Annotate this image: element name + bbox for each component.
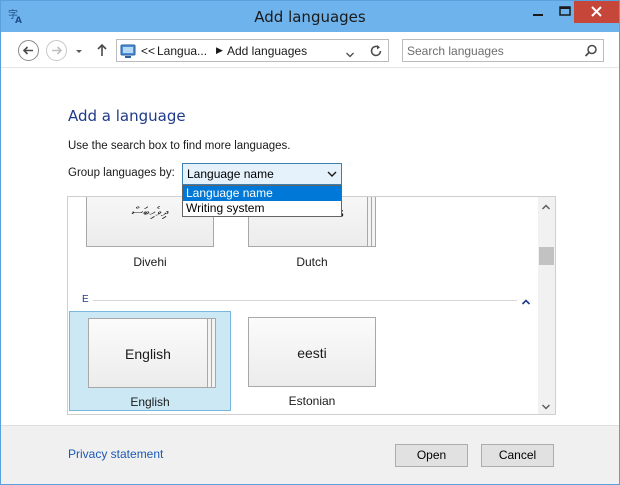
cancel-button[interactable]: Cancel bbox=[481, 444, 554, 467]
arrow-right-icon bbox=[52, 46, 63, 55]
back-button[interactable] bbox=[18, 40, 39, 61]
refresh-button[interactable] bbox=[368, 43, 384, 59]
breadcrumb-overflow[interactable]: << bbox=[141, 44, 155, 58]
chevron-down-icon bbox=[327, 171, 337, 177]
group-by-label: Group languages by: bbox=[68, 167, 175, 179]
vertical-scrollbar[interactable] bbox=[538, 197, 555, 414]
up-button[interactable] bbox=[95, 42, 109, 58]
address-dropdown-button[interactable] bbox=[345, 48, 355, 58]
tile-label: Divehi bbox=[133, 255, 167, 269]
refresh-icon bbox=[370, 45, 382, 57]
arrow-left-icon bbox=[22, 46, 33, 55]
privacy-statement-link[interactable]: Privacy statement bbox=[68, 447, 163, 461]
recent-locations-dropdown[interactable] bbox=[73, 45, 85, 55]
page-heading: Add a language bbox=[68, 107, 186, 125]
section-header-e: E bbox=[82, 294, 89, 305]
chevron-up-icon bbox=[521, 299, 531, 305]
dialog-footer: Privacy statement Open Cancel bbox=[1, 425, 619, 484]
tile-label: Estonian bbox=[288, 394, 336, 408]
search-hint-text: Use the search box to find more language… bbox=[68, 140, 291, 152]
language-grid[interactable]: ދިވެހިބަސް Divehi Nederlands Dutch E Eng… bbox=[67, 196, 556, 415]
search-box[interactable] bbox=[402, 39, 604, 62]
search-input[interactable] bbox=[407, 43, 577, 59]
add-languages-window: 字 A Add languages << Langua... ▶ Add lan… bbox=[0, 0, 620, 485]
navigation-bar: << Langua... ▶ Add languages bbox=[1, 32, 619, 68]
collapse-section-button[interactable] bbox=[521, 295, 531, 305]
address-bar[interactable]: << Langua... ▶ Add languages bbox=[116, 39, 389, 62]
forward-button[interactable] bbox=[46, 40, 67, 61]
option-writing-system[interactable]: Writing system bbox=[183, 201, 341, 216]
tile-card: English bbox=[88, 318, 208, 388]
minimize-button[interactable] bbox=[525, 1, 551, 23]
tile-native-name: eesti bbox=[297, 345, 327, 361]
breadcrumb-separator[interactable]: ▶ bbox=[216, 45, 223, 56]
tile-card: eesti bbox=[248, 317, 376, 387]
language-tile-english[interactable]: English English bbox=[69, 311, 231, 411]
open-button[interactable]: Open bbox=[395, 444, 468, 467]
tile-label: Dutch bbox=[296, 255, 328, 269]
breadcrumb-language[interactable]: Langua... bbox=[157, 44, 207, 58]
group-by-options-list[interactable]: Language name Writing system bbox=[182, 185, 342, 217]
search-icon[interactable] bbox=[583, 43, 599, 59]
control-panel-icon bbox=[119, 42, 137, 60]
scroll-up-arrow-icon[interactable] bbox=[541, 203, 551, 211]
breadcrumb-add-languages[interactable]: Add languages bbox=[227, 44, 307, 58]
language-tile-estonian[interactable]: eesti Estonian bbox=[248, 317, 378, 411]
group-by-selected-value: Language name bbox=[187, 167, 274, 181]
option-language-name[interactable]: Language name bbox=[183, 186, 341, 201]
close-button[interactable] bbox=[574, 1, 619, 23]
tile-native-name: English bbox=[125, 346, 171, 362]
section-divider bbox=[93, 300, 517, 301]
group-by-select[interactable]: Language name bbox=[182, 163, 342, 185]
title-bar[interactable]: 字 A Add languages bbox=[1, 1, 619, 32]
scroll-down-arrow-icon[interactable] bbox=[541, 403, 551, 411]
scrollbar-thumb[interactable] bbox=[539, 247, 554, 265]
chevron-down-icon bbox=[346, 52, 354, 58]
chevron-down-icon bbox=[76, 50, 82, 53]
tile-label: English bbox=[130, 395, 170, 409]
arrow-up-icon bbox=[97, 43, 107, 56]
